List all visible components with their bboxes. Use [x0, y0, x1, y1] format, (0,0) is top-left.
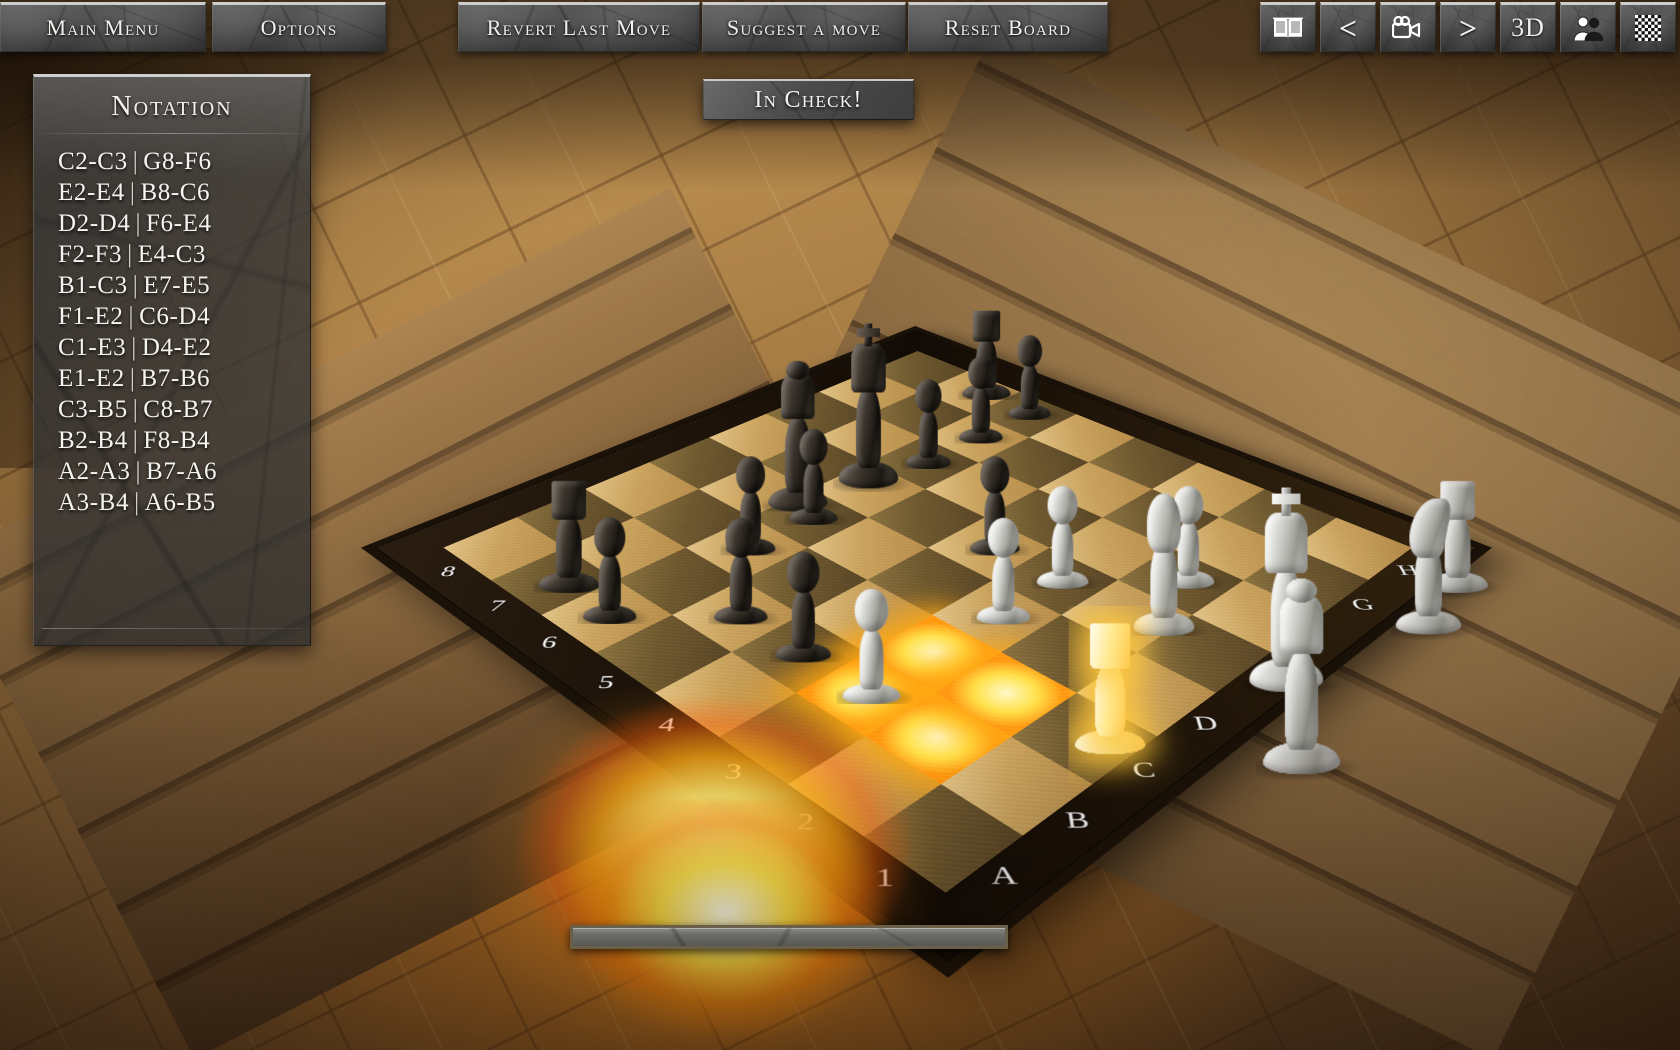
notation-move-separator: | — [135, 458, 142, 485]
notation-move-separator: | — [129, 179, 136, 206]
notation-white-move: C2-C3 — [58, 148, 128, 175]
notation-white-move: E2-E4 — [58, 179, 125, 206]
notation-white-move: C1-E3 — [58, 334, 127, 361]
in-check-label: In Check! — [754, 86, 863, 113]
notation-move-separator: | — [129, 365, 136, 392]
notation-move-row[interactable]: C1-E3 | D4-E2 — [58, 332, 310, 363]
in-check-banner: In Check! — [703, 79, 914, 120]
notation-white-move: F1-E2 — [58, 303, 124, 330]
notation-black-move: F6-E4 — [146, 210, 212, 237]
camera-icon-glyph — [1392, 16, 1424, 40]
notation-move-row[interactable]: F2-F3 | E4-C3 — [58, 239, 310, 270]
notation-move-separator: | — [132, 148, 139, 175]
notation-white-move: A2-A3 — [58, 458, 131, 485]
options-button-label: Options — [260, 15, 338, 40]
notation-black-move: C8-B7 — [143, 396, 213, 423]
players-icon[interactable] — [1560, 2, 1616, 52]
notation-move-row[interactable]: B1-C3 | E7-E5 — [58, 270, 310, 301]
notation-move-separator: | — [127, 241, 133, 268]
main-menu-button-label: Main Menu — [46, 15, 160, 40]
book-icon-glyph — [1273, 16, 1303, 40]
notation-move-separator: | — [128, 303, 135, 330]
view-3d-button[interactable]: 3D — [1500, 2, 1556, 52]
notation-move-separator: | — [134, 489, 140, 516]
notation-move-row[interactable]: E1-E2 | B7-B6 — [58, 363, 310, 394]
notation-black-move: C6-D4 — [139, 303, 211, 330]
options-button[interactable]: Options — [212, 2, 386, 52]
book-icon[interactable] — [1260, 2, 1316, 52]
next-move-icon-glyph: > — [1458, 9, 1478, 46]
players-icon-glyph — [1573, 15, 1603, 41]
notation-white-move: C3-B5 — [58, 396, 128, 423]
camera-icon[interactable] — [1380, 2, 1436, 52]
notation-move-list[interactable]: C2-C3 | G8-F6 E2-E4 | B8-C6 D2-D4 | F6-E4 F2-F3 | E… — [34, 142, 310, 518]
thinking-progress-bar — [570, 925, 1008, 949]
revert-last-move-button[interactable]: Revert Last Move — [458, 2, 700, 52]
notation-divider — [42, 133, 302, 134]
notation-black-move: A6-B5 — [144, 489, 216, 516]
reset-board-button[interactable]: Reset Board — [908, 2, 1108, 52]
notation-move-separator: | — [132, 396, 139, 423]
suggest-a-move-button-label: Suggest a move — [726, 15, 882, 40]
board-pattern-icon-glyph — [1635, 15, 1661, 41]
view-3d-button-glyph: 3D — [1511, 13, 1545, 42]
notation-black-move: B7-B6 — [140, 365, 211, 392]
next-move-icon[interactable]: > — [1440, 2, 1496, 52]
notation-white-move: B2-B4 — [58, 427, 128, 454]
toolbar-flex-gap — [1110, 0, 1260, 50]
notation-black-move: E4-C3 — [137, 241, 207, 268]
main-menu-button[interactable]: Main Menu — [0, 2, 206, 52]
reset-board-button-label: Reset Board — [944, 15, 1072, 40]
top-toolbar: Main Menu Options Revert Last Move Suggest … — [0, 0, 1680, 56]
notation-title: Notation — [111, 91, 233, 122]
notation-move-separator: | — [132, 427, 139, 454]
notation-black-move: D4-E2 — [141, 334, 212, 361]
notation-move-separator: | — [132, 272, 139, 299]
notation-black-move: F8-B4 — [143, 427, 211, 454]
chess-game-window: ABCDEFGH 87654321 Main MenuOptionsRevert… — [0, 0, 1680, 1050]
previous-move-icon-glyph: < — [1338, 9, 1358, 46]
notation-panel[interactable]: Notation C2-C3 | G8-F6 E2-E4 | B8-C6 D2-D4 | F6-… — [33, 74, 311, 646]
notation-move-row[interactable]: E2-E4 | B8-C6 — [58, 177, 310, 208]
notation-bottom-divider — [42, 628, 302, 629]
notation-move-row[interactable]: C3-B5 | C8-B7 — [58, 394, 310, 425]
notation-white-move: F2-F3 — [58, 241, 123, 268]
notation-move-row[interactable]: C2-C3 | G8-F6 — [58, 146, 310, 177]
notation-move-separator: | — [135, 210, 142, 237]
notation-move-row[interactable]: B2-B4 | F8-B4 — [58, 425, 310, 456]
notation-black-move: B7-A6 — [146, 458, 218, 485]
board-pattern-icon[interactable] — [1620, 2, 1676, 52]
notation-white-move: B1-C3 — [58, 272, 128, 299]
notation-black-move: B8-C6 — [140, 179, 211, 206]
notation-white-move: A3-B4 — [58, 489, 130, 516]
notation-move-row[interactable]: A2-A3 | B7-A6 — [58, 456, 310, 487]
notation-move-row[interactable]: A3-B4 | A6-B5 — [58, 487, 310, 518]
notation-white-move: E1-E2 — [58, 365, 125, 392]
previous-move-icon[interactable]: < — [1320, 2, 1376, 52]
notation-move-separator: | — [131, 334, 137, 361]
notation-move-row[interactable]: D2-D4 | F6-E4 — [58, 208, 310, 239]
notation-white-move: D2-D4 — [58, 210, 131, 237]
suggest-a-move-button[interactable]: Suggest a move — [702, 2, 906, 52]
revert-last-move-button-label: Revert Last Move — [486, 15, 672, 40]
notation-move-row[interactable]: F1-E2 | C6-D4 — [58, 301, 310, 332]
notation-black-move: G8-F6 — [143, 148, 212, 175]
notation-black-move: E7-E5 — [143, 272, 211, 299]
